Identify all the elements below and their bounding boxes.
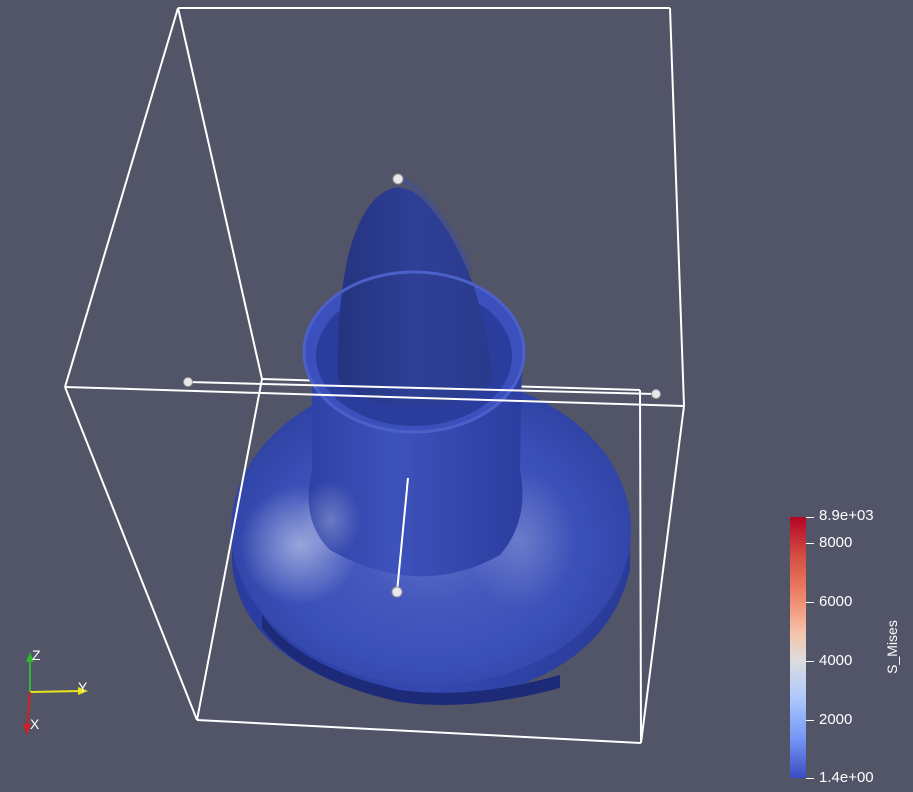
colorbar-gradient [790, 517, 806, 778]
tick-label-8000: 8000 [819, 534, 853, 551]
line-handle[interactable] [391, 586, 403, 598]
3d-scene[interactable] [0, 0, 913, 792]
left-handle[interactable] [183, 377, 193, 387]
tick-label-2000: 2000 [819, 711, 853, 728]
orientation-axes: Z Y X [23, 647, 88, 735]
axis-z-label: Z [32, 647, 41, 663]
part-dome[interactable] [337, 175, 492, 405]
tick-max [806, 517, 814, 518]
tick-label-4000: 4000 [819, 652, 853, 669]
axis-x-label: X [30, 716, 40, 732]
tick-2000 [806, 720, 814, 721]
tick-6000 [806, 602, 814, 603]
tick-label-max: 8.9e+03 [819, 507, 874, 524]
tick-label-6000: 6000 [819, 593, 853, 610]
tick-4000 [806, 661, 814, 662]
tick-8000 [806, 543, 814, 544]
right-handle[interactable] [651, 389, 661, 399]
axis-y-label: Y [78, 679, 88, 695]
top-handle[interactable] [392, 173, 404, 185]
render-viewport[interactable]: Z Y X 8.9e+03 8000 6000 4000 2000 1.4e+0… [0, 0, 913, 792]
tick-min [806, 778, 814, 779]
colorbar-title: S_Mises [884, 620, 900, 674]
tick-label-min: 1.4e+00 [819, 769, 874, 786]
